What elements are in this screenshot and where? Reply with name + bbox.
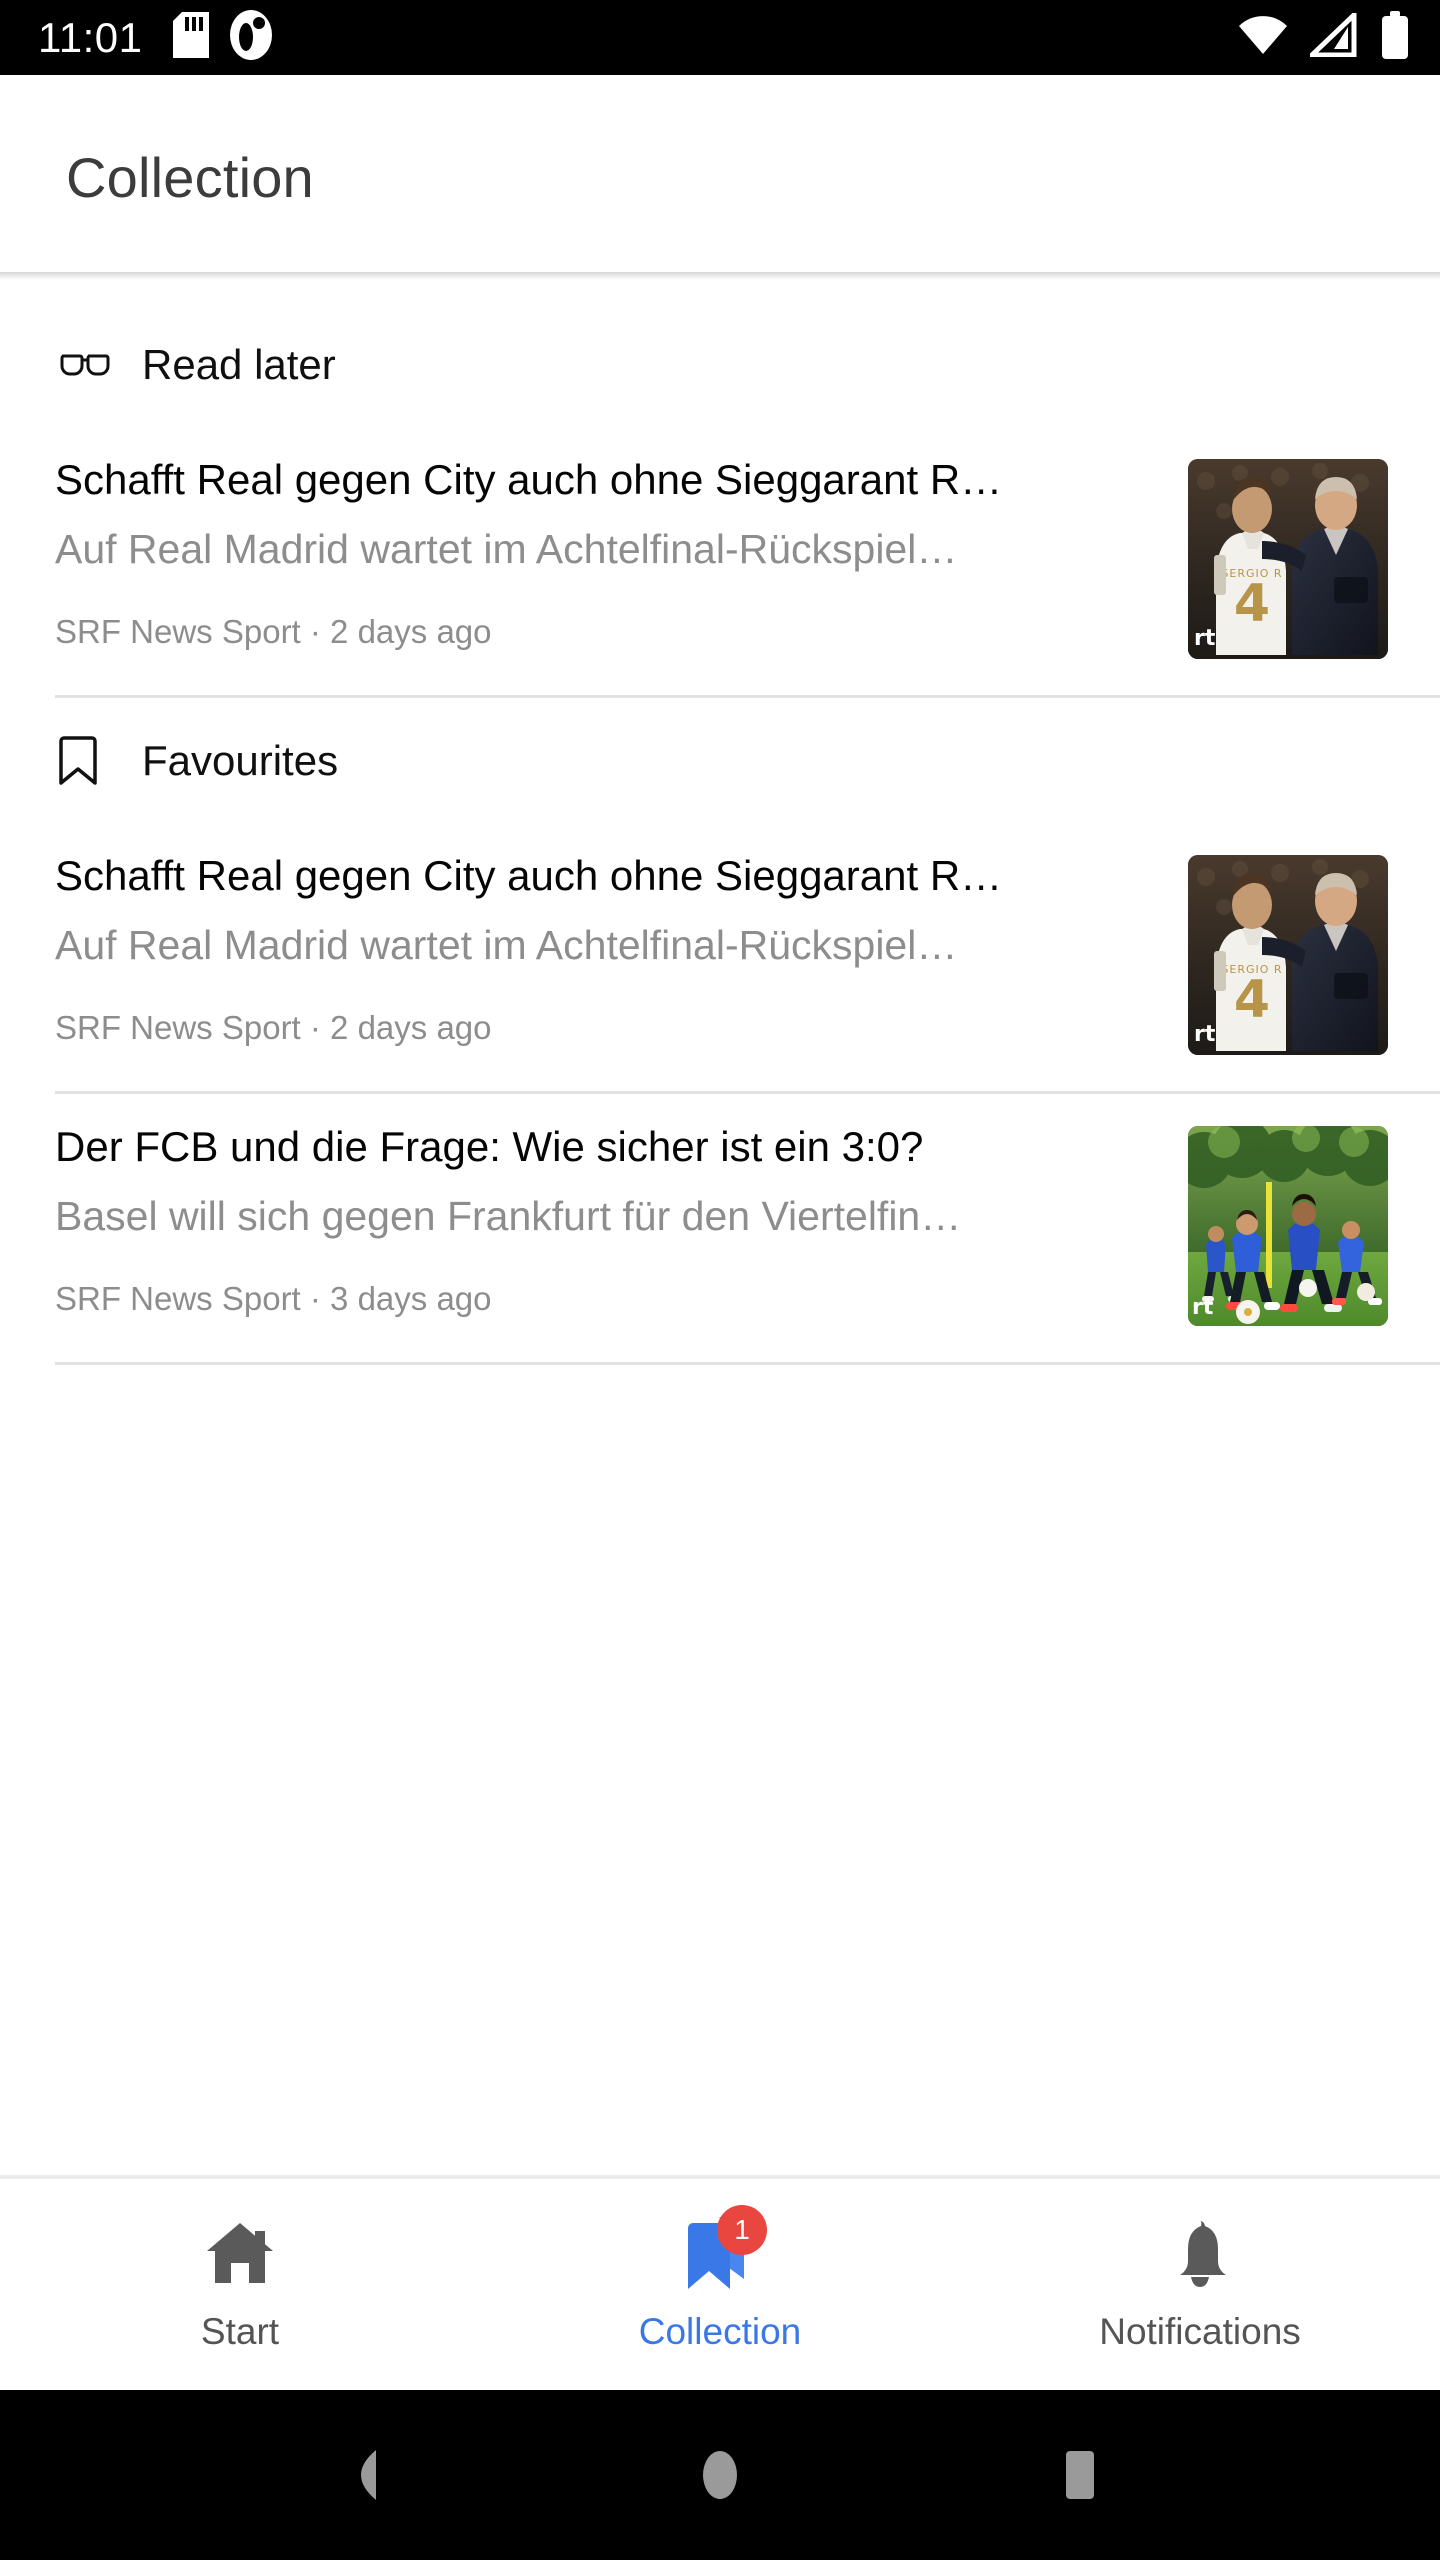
list-divider [55,1362,1440,1365]
article-summary: Auf Real Madrid wartet im Achtelfinal-Rü… [55,525,958,572]
article-thumbnail[interactable]: rt [1188,1126,1388,1326]
article-meta: SRF News Sport · 2 days ago [55,612,492,650]
glasses-icon [58,350,116,380]
status-bar-right-icons [1238,9,1410,64]
article-list-item[interactable]: Der FCB und die Frage: Wie sicher ist ei… [0,1094,1440,1326]
section-header-favourites: Favourites [0,698,1440,823]
svg-text:4: 4 [1234,574,1270,634]
article-list-item[interactable]: Schafft Real gegen City auch ohne Siegga… [0,427,1440,659]
article-text-block: Der FCB und die Frage: Wie sicher ist ei… [55,1122,1188,1318]
nav-item-notifications[interactable]: Notifications [960,2207,1440,2350]
status-bar-clock: 11:01 [38,13,143,61]
nav-label: Collection [638,2311,802,2352]
nav-item-start[interactable]: Start [0,2207,480,2350]
status-bar-left-icons [172,9,273,66]
battery-icon [1380,11,1410,64]
app-header: Collection [0,75,1440,280]
bell-icon [1145,2207,1255,2299]
bottom-navigation-bar: Start 1 Collection Notifications [0,2175,1440,2390]
collection-list: Read later Schafft Real gegen City auch … [0,280,1440,2175]
nav-badge-count: 1 [717,2205,767,2255]
section-header-read-later: Read later [0,302,1440,427]
back-icon[interactable] [300,2415,420,2535]
android-system-nav [0,2390,1440,2560]
app-notification-icon [229,9,273,66]
article-meta: SRF News Sport · 3 days ago [55,1279,492,1317]
article-list-item[interactable]: Schafft Real gegen City auch ohne Siegga… [0,823,1440,1055]
article-title: Schafft Real gegen City auch ohne Siegga… [55,852,1003,899]
home-icon [185,2207,295,2299]
section-label: Read later [142,340,336,388]
app-screen: 11:01 Collection Read later Schafft Real… [0,0,1440,2560]
recents-square-icon[interactable] [1020,2415,1140,2535]
page-title: Collection [66,146,314,209]
cellular-signal-icon [1305,9,1358,62]
article-title: Schafft Real gegen City auch ohne Siegga… [55,456,1003,503]
nav-label: Notifications [1099,2311,1301,2352]
bookmarks-icon: 1 [665,2205,775,2299]
article-summary: Auf Real Madrid wartet im Achtelfinal-Rü… [55,921,958,968]
nav-label: Start [200,2311,280,2352]
article-text-block: Schafft Real gegen City auch ohne Siegga… [55,851,1188,1047]
section-label: Favourites [142,736,339,784]
home-circle-icon[interactable] [660,2415,780,2535]
article-text-block: Schafft Real gegen City auch ohne Siegga… [55,455,1188,651]
svg-text:4: 4 [1234,970,1270,1030]
svg-text:rt: rt [1194,1022,1216,1047]
article-summary: Basel will sich gegen Frankfurt für den … [55,1192,962,1239]
status-bar: 11:01 [0,0,1440,75]
article-meta: SRF News Sport · 2 days ago [55,1008,492,1046]
bookmark-outline-icon [58,735,116,787]
article-title: Der FCB und die Frage: Wie sicher ist ei… [55,1123,924,1170]
article-thumbnail[interactable]: SERGIO R 4 rt [1188,459,1388,659]
nav-item-collection[interactable]: 1 Collection [480,2205,960,2352]
svg-text:rt: rt [1194,626,1216,651]
sd-card-icon [172,12,209,63]
wifi-icon [1238,14,1288,61]
svg-text:rt: rt [1192,1295,1214,1320]
article-thumbnail[interactable]: SERGIO R 4 rt [1188,855,1388,1055]
